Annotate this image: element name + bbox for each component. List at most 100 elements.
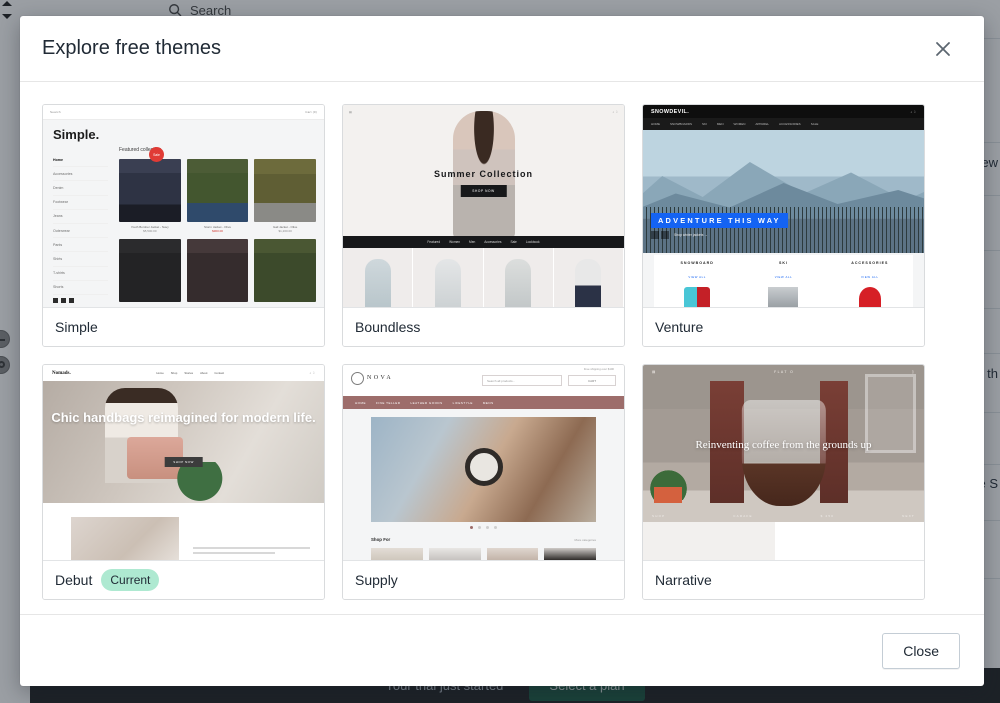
preview-labels: SHOP CARAFE $ 250 NEXT [643, 514, 924, 518]
cart-icon: ▯ [911, 370, 915, 374]
theme-card-footer: Narrative [643, 561, 924, 599]
preview-header: SNOWDEVIL. ⌕ ▯ [643, 105, 924, 118]
preview-nav-item: APPAREL [755, 122, 769, 126]
theme-card-debut[interactable]: Nomads. Home Shop Stories About Contact … [42, 364, 325, 600]
preview-nav-item: T-shirts [53, 267, 108, 281]
preview-nav-item: Jeans [53, 210, 108, 224]
section-link: More categories [574, 538, 596, 542]
preview-nav: HOME FINE TELLER LEATHER GOODS LIFESTYLE… [343, 396, 624, 409]
preview-nav-item: LIFESTYLE [452, 400, 473, 405]
preview-product: Gail Jacket - Olive $1,200.00 [254, 159, 316, 233]
theme-card-venture[interactable]: SNOWDEVIL. ⌕ ▯ HOME SNOWBOARDS SKI MEN W… [642, 104, 925, 347]
close-icon-button[interactable] [926, 32, 960, 66]
preview-store-name: FLAT O [774, 370, 795, 374]
modal-header: Explore free themes [20, 16, 984, 82]
theme-preview-debut: Nomads. Home Shop Stories About Contact … [43, 365, 324, 561]
preview-nav-item: Contact [214, 371, 225, 375]
preview-label: CARAFE [733, 514, 753, 518]
preview-nav-item: HOME [355, 400, 366, 405]
preview-nav-item: Shorts [53, 281, 108, 295]
menu-icon: ▤ [349, 109, 353, 114]
preview-header: ▤ FLAT O ▯ [643, 365, 924, 379]
menu-icon: ▤ [652, 370, 657, 374]
preview-header-icons: ⌕ ▯ [309, 371, 315, 375]
preview-nav-item: WOMEN [733, 122, 746, 126]
instagram-icon [69, 298, 74, 303]
preview-nav-item: Sale [510, 240, 517, 244]
theme-card-simple[interactable]: Search Cart (0) Simple. Home Accessories… [42, 104, 325, 347]
preview-cart-label: Cart (0) [305, 110, 317, 114]
preview-store-name: Nomads. [52, 370, 71, 376]
theme-name: Venture [655, 319, 704, 335]
hero-image [43, 381, 324, 503]
preview-product-strip [343, 248, 624, 307]
hero-button: SHOP NOW [460, 185, 507, 197]
preview-nav-item: Home [53, 153, 108, 168]
logo-mark-icon [351, 372, 364, 385]
preview-product: Storm Jacket - Olive $300.00 [186, 159, 249, 233]
preview-nav-item: Featured [427, 240, 441, 244]
preview-nav-item: Men [469, 240, 476, 244]
product-image [186, 239, 249, 302]
theme-grid-container: Search Cart (0) Simple. Home Accessories… [20, 82, 984, 614]
theme-card-supply[interactable]: Free shipping over $100 NOVA Search all … [342, 364, 625, 600]
theme-name: Narrative [655, 572, 712, 588]
preview-categories: SNOWBOARD VIEW ALL SKI VIEW ALL ACCESSOR… [654, 255, 913, 307]
hero-title: Reinventing coffee from the grounds up [695, 439, 872, 452]
section-title: Shop For [371, 537, 391, 542]
theme-name: Boundless [355, 319, 421, 335]
category-thumbnails [371, 548, 596, 560]
carousel-dots [343, 526, 624, 529]
preview-nav-item: Home [156, 371, 164, 375]
preview-nav-item: Shirts [53, 252, 108, 267]
preview-nav-item: Shop [170, 371, 178, 375]
preview-nav-item: SKI [702, 122, 707, 126]
status-badge: Current [101, 569, 160, 591]
facebook-icon [53, 298, 58, 303]
category-link: VIEW ALL [774, 275, 793, 279]
preview-header: Search Cart (0) [43, 105, 324, 120]
twitter-icon [61, 298, 66, 303]
content-image [71, 517, 179, 560]
theme-card-boundless[interactable]: ▤ Bar+Co. ⌕ ▯ Summer Collection SHOP NOW… [342, 104, 625, 347]
theme-name: Simple [55, 319, 98, 335]
theme-card-footer: Boundless [343, 308, 624, 346]
preview-nav-item: SNOWBOARDS [670, 122, 693, 126]
theme-card-footer: Debut Current [43, 561, 324, 599]
preview-lower-section [43, 503, 324, 560]
preview-social-icons [53, 298, 74, 303]
category-title: SKI [778, 261, 788, 265]
category-title: ACCESSORIES [851, 261, 889, 265]
preview-nav: HOME SNOWBOARDS SKI MEN WOMEN APPAREL AC… [643, 118, 924, 130]
theme-preview-supply: Free shipping over $100 NOVA Search all … [343, 365, 624, 561]
theme-card-narrative[interactable]: ▤ FLAT O ▯ Reinventing coffee from the g… [642, 364, 925, 600]
hero-image [371, 417, 596, 522]
theme-preview-boundless: ▤ Bar+Co. ⌕ ▯ Summer Collection SHOP NOW… [343, 105, 624, 308]
preview-nav-item: MENS [482, 400, 494, 405]
theme-name: Supply [355, 572, 398, 588]
category-tile: SNOWBOARD VIEW ALL [654, 255, 740, 307]
preview-nav-item: MEN [716, 122, 724, 126]
theme-card-footer: Simple [43, 308, 324, 346]
preview-header-icons: ⌕ ▯ [612, 109, 618, 114]
product-image [119, 239, 181, 302]
preview-nav: Home Shop Stories About Contact [156, 371, 224, 375]
preview-header: Nomads. Home Shop Stories About Contact … [43, 365, 324, 381]
preview-nav-item: Pants [53, 238, 108, 253]
content-placeholder-lines [193, 547, 310, 557]
theme-name: Debut [55, 572, 93, 588]
preview-store-name: SNOWDEVIL. [651, 108, 690, 115]
product-sale-price: $300.00 [212, 229, 223, 233]
sale-badge: Sale [149, 147, 164, 162]
hero-subtitle: Shop winter jackets → [674, 233, 708, 237]
close-button[interactable]: Close [882, 632, 960, 669]
preview-nav-item: LEATHER GOODS [410, 400, 443, 405]
product-watch [464, 448, 503, 487]
preview-nav-item: About [200, 371, 208, 375]
hero-title: Chic handbags reimagined for modern life… [51, 410, 316, 425]
page-title: Explore free themes [42, 37, 221, 59]
preview-nav-item: ACCESSORIES [779, 122, 801, 126]
preview-search-field: Search all products... [482, 375, 562, 386]
preview-nav: Featured Women Men Accessories Sale Look… [343, 236, 624, 248]
preview-nav: Home Accessories Denim Footwear Jeans Ou… [53, 153, 108, 295]
